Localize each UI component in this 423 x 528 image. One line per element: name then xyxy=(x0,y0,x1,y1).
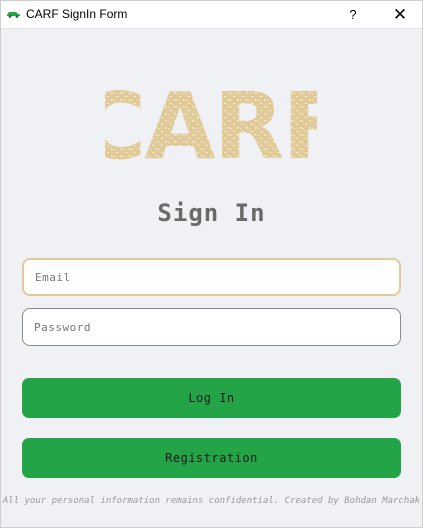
password-field-wrapper xyxy=(22,308,401,346)
email-field[interactable] xyxy=(24,260,399,294)
registration-button[interactable]: Registration xyxy=(22,438,401,478)
title-bar: CARF SignIn Form ? ✕ xyxy=(1,1,422,29)
password-field[interactable] xyxy=(23,309,400,345)
car-icon xyxy=(7,12,20,18)
email-field-wrapper xyxy=(22,258,401,296)
signin-window: CARF SignIn Form ? ✕ CARF Sign In Log In… xyxy=(0,0,423,528)
close-icon: ✕ xyxy=(392,4,408,24)
help-icon: ? xyxy=(349,7,357,22)
help-button[interactable]: ? xyxy=(338,1,368,28)
page-title: Sign In xyxy=(157,199,266,227)
logo-text: CARF xyxy=(105,74,317,170)
footer-note: All your personal information remains co… xyxy=(2,496,421,506)
login-button[interactable]: Log In xyxy=(22,378,401,418)
window-title: CARF SignIn Form xyxy=(26,7,128,21)
carf-logo: CARF xyxy=(105,74,317,170)
close-button[interactable]: ✕ xyxy=(379,1,421,28)
